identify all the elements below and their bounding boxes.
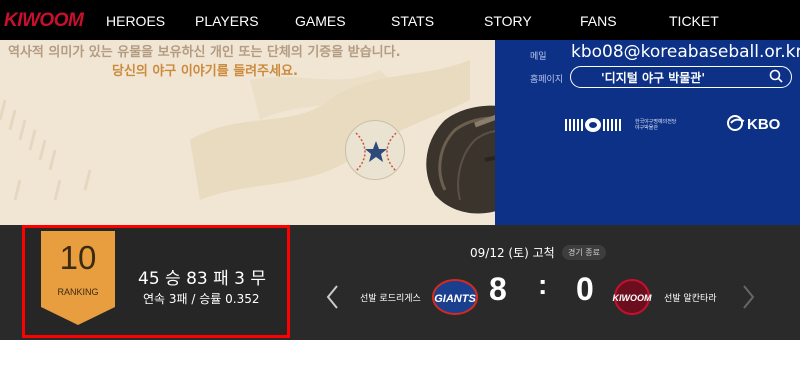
banner-headline: 역사적 의미가 있는 유물을 보유하신 개인 또는 단체의 기증을 받습니다. [8,45,401,60]
search-icon[interactable] [769,69,783,83]
score-separator: : [538,269,548,300]
home-starting-pitcher: 선발 알칸타라 [664,294,717,304]
nav-item-players[interactable]: PLAYERS [195,13,259,29]
score-bar: 10 RANKING 45 승 83 패 3 무 연속 3패 / 승률 0.35… [0,225,800,340]
banner-subheadline: 당신의 야구 이야기를 들려주세요. [112,64,298,79]
home-score: 0 [576,271,594,307]
game-status-badge: 경기 종료 [562,245,606,260]
baseball-image [345,120,405,180]
mail-label: 메일 [530,52,547,62]
kbo-logo: KBO [727,115,780,133]
nav-item-story[interactable]: STORY [484,13,532,29]
kiwoom-logo[interactable]: KIWOOM [4,10,84,32]
away-starting-pitcher: 선발 로드리게스 [360,294,421,304]
svg-text:KIWOOM: KIWOOM [613,293,652,303]
kiwoom-heroes-logo-icon: KIWOOM [613,279,652,315]
museum-name: 한국야구명예의전당 야구박물관 [635,119,677,131]
team-ranking-card[interactable]: 10 RANKING 45 승 83 패 3 무 연속 3패 / 승률 0.35… [22,225,290,338]
prev-game-arrow-icon[interactable] [322,282,344,312]
nav-item-fans[interactable]: FANS [580,13,617,29]
game-date: 09/12 (토) 고척 [470,246,555,260]
top-nav: KIWOOM HEROES PLAYERS GAMES STATS STORY … [0,0,800,40]
rank-label: RANKING [57,287,99,297]
away-score: 8 [489,271,507,307]
mail-address[interactable]: kbo08@koreabaseball.or.kr [571,42,800,62]
streak-win-rate: 연속 3패 / 승률 0.352 [143,292,260,306]
nav-item-ticket[interactable]: TICKET [669,13,719,29]
homepage-search-box[interactable]: '디지털 야구 박물관' [570,66,792,88]
next-game-arrow-icon[interactable] [737,282,759,312]
nav-item-heroes[interactable]: HEROES [106,13,165,29]
giants-logo-icon: GIANTS [432,279,478,315]
homepage-label: 홈페이지 [530,75,564,85]
season-record: 45 승 83 패 3 무 [138,269,267,289]
museum-logo-icon [565,118,621,132]
svg-text:GIANTS: GIANTS [434,293,476,305]
nav-item-stats[interactable]: STATS [391,13,434,29]
homepage-value: '디지털 야구 박물관' [601,71,706,85]
nav-item-games[interactable]: GAMES [295,13,346,29]
kbo-emblem-icon [727,115,745,131]
contact-panel: 메일 kbo08@koreabaseball.or.kr 홈페이지 '디지털 야… [495,40,800,225]
rank-number: 10 [59,239,97,276]
donation-banner[interactable]: 역사적 의미가 있는 유물을 보유하신 개인 또는 단체의 기증을 받습니다. … [0,40,800,225]
